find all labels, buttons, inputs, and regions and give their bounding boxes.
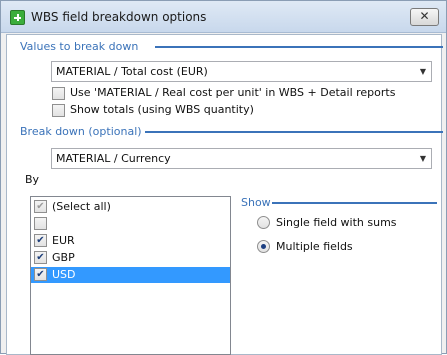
breakdown-section-heading: Break down (optional) — [20, 125, 142, 138]
chevron-down-icon[interactable]: ▼ — [420, 149, 426, 168]
single-field-radio[interactable] — [257, 216, 270, 229]
select-all-checkbox[interactable]: ✔ — [34, 200, 47, 213]
use-real-cost-checkbox[interactable] — [52, 87, 65, 100]
show-totals-label: Show totals (using WBS quantity) — [70, 103, 254, 116]
list-item-blank[interactable] — [31, 216, 230, 232]
breakdown-values-list[interactable]: ✔ (Select all) ✔ EUR ✔ GBP ✔ USD — [30, 196, 231, 355]
list-item-label: USD — [52, 268, 76, 281]
close-icon: ✕ — [419, 9, 430, 23]
values-section-divider — [155, 46, 443, 48]
blank-checkbox[interactable] — [34, 217, 47, 230]
close-button[interactable]: ✕ — [410, 8, 439, 26]
usd-checkbox[interactable]: ✔ — [34, 268, 47, 281]
show-section-divider — [272, 202, 437, 204]
checkmark-icon: ✔ — [36, 235, 45, 246]
list-item-label: GBP — [52, 251, 75, 264]
chevron-down-icon[interactable]: ▼ — [420, 62, 426, 81]
title-bar[interactable]: WBS field breakdown options ✕ — [1, 1, 446, 33]
eur-checkbox[interactable]: ✔ — [34, 234, 47, 247]
gbp-checkbox[interactable]: ✔ — [34, 251, 47, 264]
show-totals-checkbox[interactable] — [52, 104, 65, 117]
values-combo-value: MATERIAL / Total cost (EUR) — [56, 65, 208, 78]
breakdown-section-divider — [145, 131, 443, 133]
multiple-fields-label: Multiple fields — [276, 240, 353, 253]
breakdown-combo-value: MATERIAL / Currency — [56, 152, 171, 165]
checkmark-icon: ✔ — [36, 201, 45, 212]
values-section-heading: Values to break down — [20, 40, 139, 53]
list-item-label: (Select all) — [52, 200, 111, 213]
list-item-gbp[interactable]: ✔ GBP — [31, 250, 230, 266]
list-item-label: EUR — [52, 234, 75, 247]
multiple-fields-radio[interactable] — [257, 240, 270, 253]
single-field-label: Single field with sums — [276, 216, 397, 229]
window-title: WBS field breakdown options — [31, 10, 207, 24]
list-item-select-all[interactable]: ✔ (Select all) — [31, 199, 230, 215]
by-label: By — [25, 173, 40, 186]
checkmark-icon: ✔ — [36, 252, 45, 263]
green-plus-icon — [10, 10, 25, 25]
checkmark-icon: ✔ — [36, 269, 45, 280]
breakdown-combo[interactable]: MATERIAL / Currency ▼ — [51, 148, 432, 169]
list-item-eur[interactable]: ✔ EUR — [31, 233, 230, 249]
values-combo[interactable]: MATERIAL / Total cost (EUR) ▼ — [51, 61, 432, 82]
list-item-usd[interactable]: ✔ USD — [31, 267, 230, 283]
use-real-cost-label: Use 'MATERIAL / Real cost per unit' in W… — [70, 86, 396, 99]
show-section-heading: Show — [241, 196, 271, 209]
dialog-window: WBS field breakdown options ✕ Values to … — [0, 0, 447, 355]
